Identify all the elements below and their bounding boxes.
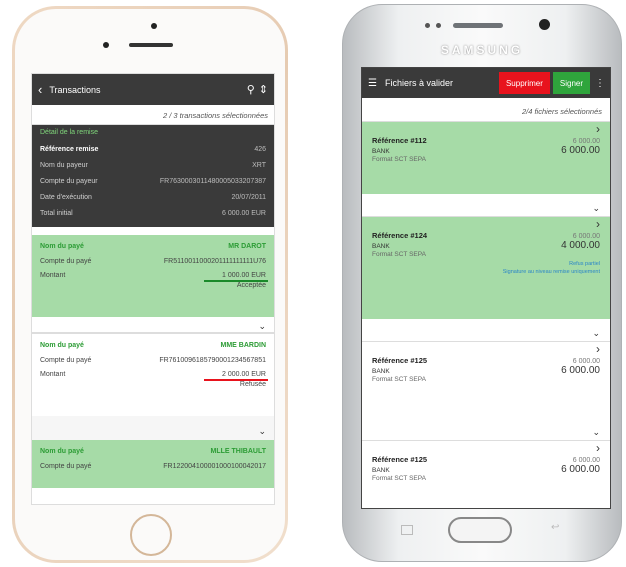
selection-count: 2/4 fichiers sélectionnés <box>362 98 610 122</box>
file-format: Format SCT SEPA <box>372 156 426 163</box>
remittance-detail: Détail de la remise Référence remise 426… <box>32 125 274 227</box>
account-value: FR5110011000201111111111U76 <box>163 257 266 265</box>
file-bank: BANK <box>372 148 390 155</box>
chevron-right-icon[interactable]: › <box>372 441 600 455</box>
file-reference: Référence #112 <box>372 136 427 145</box>
payee-label: Nom du payé <box>40 342 84 349</box>
file-reference: Référence #125 <box>372 356 428 365</box>
file-amount: 4 000.00 <box>561 240 600 251</box>
speaker-icon <box>129 43 173 47</box>
detail-row: Nom du payeur XRT <box>40 161 266 169</box>
files-app-bar: ☰ Fichiers à valider Supprimer Signer ⋮ <box>362 68 610 98</box>
speaker-icon <box>453 23 503 28</box>
payee-name: MLLE THIBAULT <box>210 448 266 455</box>
menu-icon[interactable]: ☰ <box>368 78 377 89</box>
file-amount: 6 000.00 <box>561 464 600 475</box>
chevron-right-icon[interactable]: › <box>372 342 600 356</box>
chevron-down-icon[interactable]: ⌄ <box>32 416 274 440</box>
file-reference: Référence #124 <box>372 231 428 240</box>
file-amount-initial: 6 000.00 <box>572 233 600 240</box>
transactions-app-bar: ‹ Transactions ⚲ ⇕ <box>32 74 274 105</box>
chevron-right-icon[interactable]: › <box>372 217 600 231</box>
sensor-icon <box>103 42 109 48</box>
samsung-screen: ☰ Fichiers à valider Supprimer Signer ⋮ … <box>361 67 611 509</box>
amount-label: Montant <box>40 370 66 378</box>
detail-row: Date d'exécution 20/07/2011 <box>40 193 266 201</box>
amount-label: Montant <box>40 271 66 279</box>
file-amount-initial: 6 000.00 <box>572 358 600 365</box>
file-amount: 6 000.00 <box>561 365 600 376</box>
payee-name: MME BARDIN <box>220 342 267 349</box>
transaction-card-accepted[interactable]: Nom du payé MR DAROT Compte du payé FR51… <box>32 235 274 317</box>
file-card[interactable]: › Référence #125 6 000.00 BANK 6 000.00 … <box>362 342 610 418</box>
file-card-selected[interactable]: › Référence #124 6 000.00 BANK 4 000.00 … <box>362 217 610 319</box>
sort-icon[interactable]: ⇕ <box>259 83 268 96</box>
sensor-icon <box>436 23 441 28</box>
chevron-right-icon[interactable]: › <box>372 122 600 136</box>
iphone-face: ‹ Transactions ⚲ ⇕ 2 / 3 transactions sé… <box>15 9 285 560</box>
recent-apps-icon[interactable] <box>401 525 413 535</box>
samsung-device: SAMSUNG ☰ Fichiers à valider Supprimer S… <box>342 4 622 562</box>
selection-count: 2 / 3 transactions sélectionnées <box>32 105 274 125</box>
file-format: Format SCT SEPA <box>372 376 426 383</box>
file-format: Format SCT SEPA <box>372 475 426 482</box>
back-icon[interactable]: ↩ <box>551 522 559 533</box>
account-label: Compte du payé <box>40 257 92 265</box>
iphone-device: ‹ Transactions ⚲ ⇕ 2 / 3 transactions sé… <box>12 6 288 563</box>
refused-underline <box>204 378 268 381</box>
partial-refusal-link[interactable]: Refus partiel <box>372 260 600 268</box>
file-bank: BANK <box>372 467 390 474</box>
page-title: Transactions <box>49 84 101 95</box>
chevron-down-icon[interactable]: ⌄ <box>592 427 600 438</box>
file-amount: 6 000.00 <box>561 145 600 156</box>
chevron-down-icon[interactable]: ⌄ <box>592 328 600 339</box>
transaction-card[interactable]: Nom du payé MLLE THIBAULT Compte du payé… <box>32 440 274 488</box>
brand-logo: SAMSUNG <box>440 43 524 57</box>
amount-value: 2 000.00 EUR <box>222 370 266 378</box>
iphone-screen: ‹ Transactions ⚲ ⇕ 2 / 3 transactions sé… <box>31 73 275 505</box>
delete-button[interactable]: Supprimer <box>498 72 550 94</box>
payee-label: Nom du payé <box>40 448 84 455</box>
file-bank: BANK <box>372 243 390 250</box>
account-value: FR122004100001000100042017 <box>163 462 266 470</box>
chevron-down-icon[interactable]: ⌄ <box>32 317 274 333</box>
file-amount-initial: 6 000.00 <box>572 138 600 145</box>
account-label: Compte du payé <box>40 462 92 470</box>
more-options-icon[interactable]: ⋮ <box>590 78 610 89</box>
front-camera-icon <box>539 19 550 30</box>
back-chevron-icon[interactable]: ‹ <box>38 83 42 96</box>
detail-row: Référence remise 426 <box>40 145 266 153</box>
status-badge: Acceptée <box>236 282 266 289</box>
sensor-icon <box>425 23 430 28</box>
home-button[interactable] <box>448 517 512 543</box>
file-reference: Référence #125 <box>372 455 428 464</box>
file-amount-initial: 6 000.00 <box>572 457 600 464</box>
detail-row: Compte du payeur FR763000301148000503320… <box>40 177 266 185</box>
payee-label: Nom du payé <box>40 243 84 250</box>
search-icon[interactable]: ⚲ <box>247 83 255 96</box>
amount-value: 1 000.00 EUR <box>222 271 266 279</box>
home-button[interactable] <box>130 514 172 556</box>
accepted-underline <box>204 279 268 282</box>
account-label: Compte du payé <box>40 356 92 364</box>
page-title: Fichiers à valider <box>384 78 453 88</box>
account-value: FR7610096185790001234567851 <box>159 356 266 364</box>
file-bank: BANK <box>372 368 390 375</box>
detail-row: Total initial 6 000.00 EUR <box>40 209 266 217</box>
sign-button[interactable]: Signer <box>552 72 590 94</box>
chevron-down-icon[interactable]: ⌄ <box>592 203 600 214</box>
payee-name: MR DAROT <box>228 243 266 250</box>
status-badge: Refusée <box>239 381 266 388</box>
front-camera-icon <box>151 23 157 29</box>
remittance-signature-link[interactable]: Signature au niveau remise uniquement <box>372 268 600 276</box>
transaction-card-refused[interactable]: Nom du payé MME BARDIN Compte du payé FR… <box>32 333 274 416</box>
file-card-selected[interactable]: › Référence #112 6 000.00 BANK 6 000.00 … <box>362 122 610 194</box>
file-card[interactable]: › Référence #125 6 000.00 BANK 6 000.00 … <box>362 441 610 501</box>
detail-heading: Détail de la remise <box>40 129 98 136</box>
file-format: Format SCT SEPA <box>372 251 426 258</box>
